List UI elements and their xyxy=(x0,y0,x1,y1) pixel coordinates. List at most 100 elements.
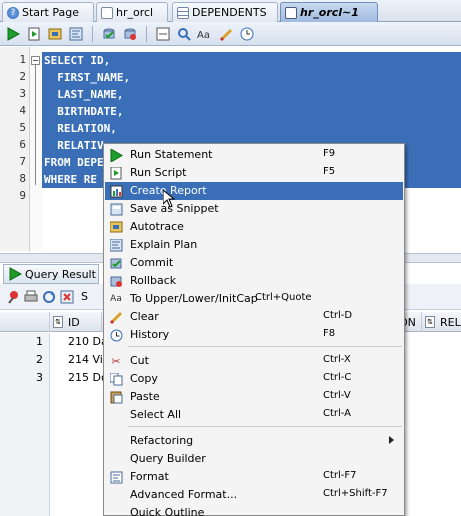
code-line: WHERE RE xyxy=(44,173,97,186)
to-upper-button[interactable]: Aa xyxy=(196,25,214,43)
delete-icon[interactable] xyxy=(60,290,74,304)
line-number: 9 xyxy=(19,189,26,202)
menu-item-query-builder[interactable]: Query Builder xyxy=(105,450,403,468)
explain-plan-button[interactable] xyxy=(67,25,85,43)
menu-item-shortcut: Ctrl-X xyxy=(323,354,351,365)
column-sort-icon: ⇅ xyxy=(425,316,435,328)
menu-item-paste[interactable]: Paste Ctrl-V xyxy=(105,388,403,406)
row-number: 3 xyxy=(0,369,50,387)
column-header-rel[interactable]: ⇅ REL xyxy=(422,312,461,332)
menu-item-shortcut: Ctrl-A xyxy=(323,408,352,419)
menu-item-cut[interactable]: ✂ Cut Ctrl-X xyxy=(105,352,403,370)
menu-item-label: Explain Plan xyxy=(130,238,198,251)
sql-tuning-icon xyxy=(156,27,170,40)
clear-icon xyxy=(109,310,123,324)
create-report-icon xyxy=(109,184,123,198)
history-button[interactable] xyxy=(238,25,256,43)
menu-item-label: Format xyxy=(130,470,169,483)
menu-item-label: Quick Outline xyxy=(130,506,205,516)
tab-dependents[interactable]: DEPENDENTS xyxy=(172,2,278,22)
menu-item-label: Clear xyxy=(130,310,159,323)
menu-item-refactoring[interactable]: Refactoring xyxy=(105,432,403,450)
tab-label: hr_orcl~1 xyxy=(300,6,359,19)
autotrace-button[interactable] xyxy=(46,25,64,43)
fold-line xyxy=(35,65,36,185)
tab-start-page[interactable]: ? Start Page xyxy=(2,2,94,22)
menu-item-autotrace[interactable]: Autotrace xyxy=(105,218,403,236)
menu-item-shortcut: Ctrl+Shift-F7 xyxy=(323,488,388,499)
menu-item-to-upper-lower-initcap[interactable]: Aa To Upper/Lower/InitCap Ctrl+Quote xyxy=(105,290,403,308)
pin-icon[interactable] xyxy=(6,290,20,304)
collapse-icon[interactable]: − xyxy=(31,56,40,65)
menu-item-label: Rollback xyxy=(130,274,177,287)
rollback-button[interactable] xyxy=(121,25,139,43)
menu-item-label: Copy xyxy=(130,372,158,385)
refresh-icon[interactable] xyxy=(42,290,56,304)
submenu-arrow-icon xyxy=(389,436,394,444)
print-icon[interactable] xyxy=(24,290,38,304)
tab-query-result[interactable]: Query Result xyxy=(3,264,99,284)
tab-hr-orcl-1[interactable]: hr_orcl~1 xyxy=(280,2,378,22)
menu-item-rollback[interactable]: Rollback xyxy=(105,272,403,290)
save-snippet-icon xyxy=(109,202,123,216)
menu-item-shortcut: F5 xyxy=(323,166,336,177)
code-line: SELECT ID, xyxy=(44,54,111,67)
menu-item-history[interactable]: History F8 xyxy=(105,326,403,344)
column-header-id[interactable]: ⇅ ID xyxy=(50,312,102,332)
run-script-button[interactable] xyxy=(25,25,43,43)
commit-icon xyxy=(103,28,115,38)
line-number: 7 xyxy=(19,155,26,168)
run-script-icon xyxy=(109,166,123,180)
menu-item-label: To Upper/Lower/InitCap xyxy=(130,292,258,305)
run-statement-button[interactable] xyxy=(4,25,22,43)
line-number-gutter: 1 2 3 4 5 6 7 8 9 xyxy=(0,47,30,251)
menu-item-label: Query Builder xyxy=(130,452,206,465)
menu-item-create-report[interactable]: Create Report xyxy=(105,182,403,200)
commit-button[interactable] xyxy=(100,25,118,43)
menu-item-shortcut: F8 xyxy=(323,328,336,339)
tab-hr-orcl[interactable]: hr_orcl xyxy=(96,2,168,22)
autotrace-icon xyxy=(109,220,123,234)
code-line: LAST_NAME, xyxy=(44,88,124,101)
explain-plan-icon xyxy=(109,238,123,252)
menu-item-format[interactable]: Format Ctrl-F7 xyxy=(105,468,403,486)
history-icon xyxy=(109,328,123,342)
sql-tuning-button[interactable] xyxy=(154,25,172,43)
menu-item-save-as-snippet[interactable]: Save as Snippet xyxy=(105,200,403,218)
row-number-column xyxy=(0,387,50,516)
fold-margin: − xyxy=(30,47,42,251)
code-line: FIRST_NAME, xyxy=(44,71,131,84)
menu-item-label: Select All xyxy=(130,408,182,421)
editor-context-menu: Run Statement F9 Run Script F5 Create Re… xyxy=(103,143,405,516)
sql-history-icon xyxy=(178,27,191,41)
worksheet-toolbar: Aa xyxy=(0,22,461,46)
toolbar-separator xyxy=(92,25,93,42)
menu-item-label: Paste xyxy=(130,390,160,403)
menu-item-run-script[interactable]: Run Script F5 xyxy=(105,164,403,182)
line-number: 3 xyxy=(19,87,26,100)
to-upper-icon: Aa xyxy=(197,30,210,41)
rollback-icon xyxy=(124,28,136,40)
clear-button[interactable] xyxy=(217,25,235,43)
menu-item-label: Cut xyxy=(130,354,149,367)
tab-label: hr_orcl xyxy=(116,6,154,19)
menu-item-label: Run Statement xyxy=(130,148,213,161)
column-label: ID xyxy=(68,315,80,329)
worksheet-icon xyxy=(101,6,113,19)
menu-item-run-statement[interactable]: Run Statement F9 xyxy=(105,146,403,164)
line-number: 2 xyxy=(19,70,26,83)
menu-item-select-all[interactable]: Select All Ctrl-A xyxy=(105,406,403,424)
sql-history-button[interactable] xyxy=(175,25,193,43)
run-script-icon xyxy=(28,27,40,40)
menu-item-shortcut: Ctrl-F7 xyxy=(323,470,357,481)
menu-item-explain-plan[interactable]: Explain Plan xyxy=(105,236,403,254)
menu-item-clear[interactable]: Clear Ctrl-D xyxy=(105,308,403,326)
menu-item-copy[interactable]: Copy Ctrl-C xyxy=(105,370,403,388)
table-icon xyxy=(177,6,189,19)
menu-item-advanced-format[interactable]: Advanced Format... Ctrl+Shift-F7 xyxy=(105,486,403,504)
menu-item-commit[interactable]: Commit xyxy=(105,254,403,272)
toolbar-separator xyxy=(146,25,147,42)
line-number: 8 xyxy=(19,172,26,185)
paste-icon xyxy=(109,390,123,404)
menu-item-quick-outline[interactable]: Quick Outline xyxy=(105,504,403,516)
